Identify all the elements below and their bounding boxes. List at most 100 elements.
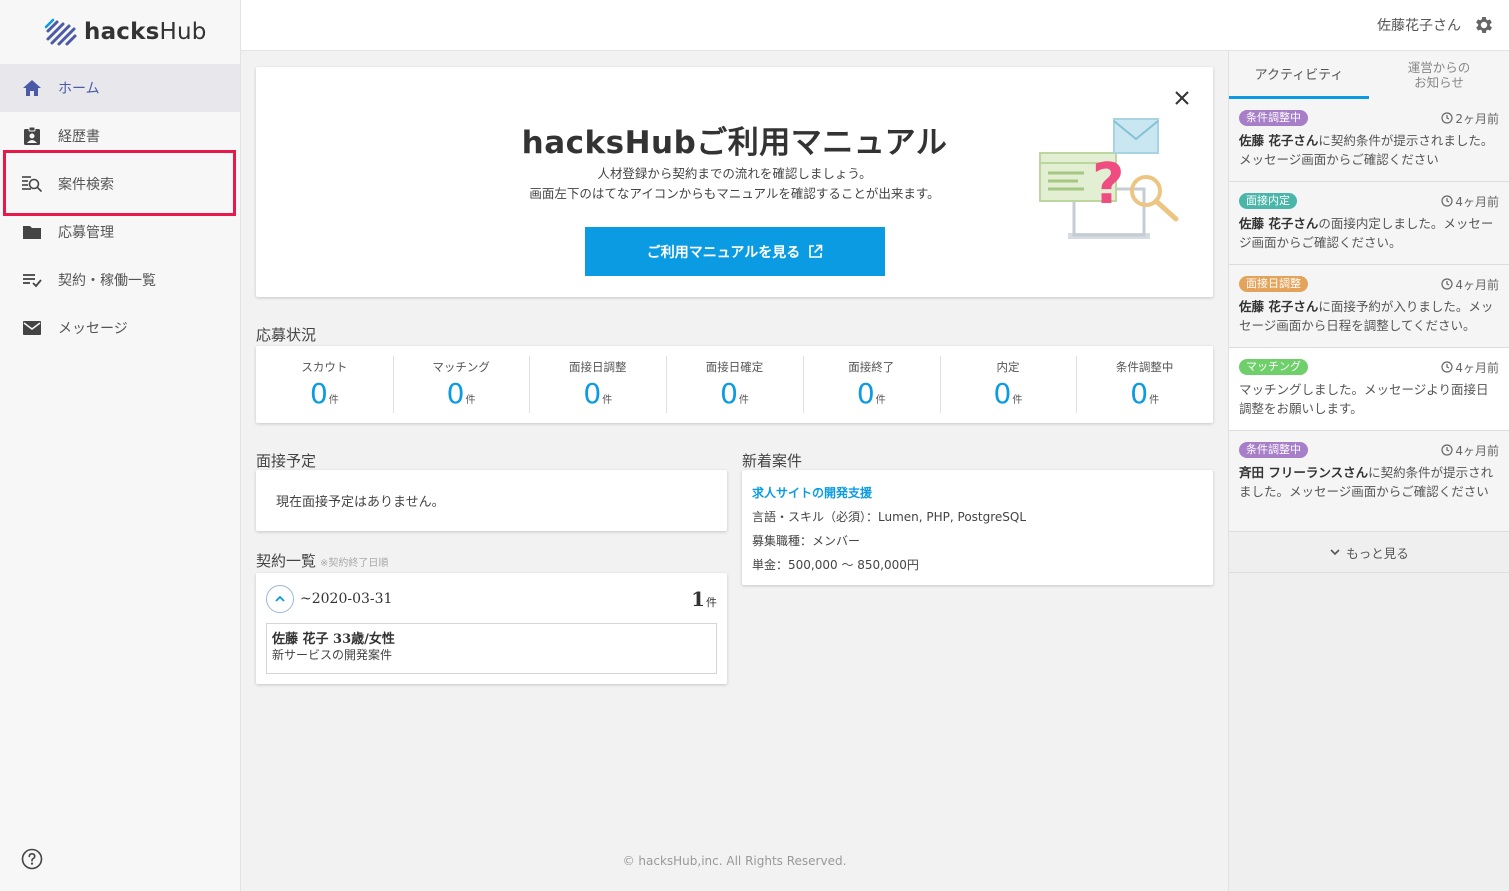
activity-item[interactable]: マッチング 4ヶ月前 マッチングしました。メッセージより面接日調整をお願いします…	[1229, 348, 1509, 431]
job-skills: 言語・スキル（必須）：Lumen, PHP, PostgreSQL	[752, 510, 1027, 524]
sidebar-item-label: 応募管理	[58, 225, 114, 241]
close-icon[interactable]	[1173, 89, 1191, 107]
status-cell-interview-confirmed[interactable]: 面接日確定 0件	[666, 346, 803, 423]
job-role: 募集職種：メンバー	[752, 534, 861, 548]
folder-icon	[22, 222, 42, 242]
activity-item[interactable]: 条件調整中 2ヶ月前 佐藤 花子さんに契約条件が提示されました。メッセージ画面か…	[1229, 99, 1509, 182]
gear-icon[interactable]	[1473, 14, 1495, 36]
status-badge: 条件調整中	[1239, 442, 1308, 458]
svg-text:?: ?	[1092, 152, 1124, 217]
status-value: 0件	[309, 377, 339, 410]
contract-group-header: ~2020-03-31 1件	[266, 583, 717, 615]
activity-time: 4ヶ月前	[1441, 276, 1499, 293]
search-list-icon	[22, 174, 42, 194]
manual-illustration-icon: ?	[1039, 118, 1179, 239]
chevron-down-icon	[1330, 549, 1340, 556]
tab-activity[interactable]: アクティビティ	[1229, 51, 1369, 99]
mail-icon	[22, 318, 42, 338]
sidebar-item-applications[interactable]: 応募管理	[0, 208, 240, 256]
top-header: 佐藤花子さん	[241, 0, 1509, 51]
help-icon[interactable]	[21, 848, 43, 870]
user-name[interactable]: 佐藤花子さん	[1377, 15, 1461, 35]
status-cell-scout[interactable]: スカウト 0件	[256, 346, 393, 423]
contract-item[interactable]: 佐藤 花子 33歳/女性 新サービスの開発案件	[266, 623, 717, 674]
status-cell-interview-done[interactable]: 面接終了 0件	[802, 346, 940, 423]
status-label: 面接日調整	[569, 360, 627, 374]
sidebar-item-label: メッセージ	[58, 321, 128, 337]
sidebar-item-contracts[interactable]: 契約・稼働一覧	[0, 256, 240, 304]
clock-icon	[1441, 444, 1453, 456]
sidebar-item-label: 案件検索	[58, 177, 114, 193]
job-title-link[interactable]: 求人サイトの開発支援	[752, 481, 1203, 505]
status-cell-offer[interactable]: 内定 0件	[939, 346, 1077, 423]
contract-person: 佐藤 花子 33歳/女性	[272, 632, 395, 647]
new-jobs-card: 求人サイトの開発支援 言語・スキル（必須）：Lumen, PHP, Postgr…	[742, 470, 1213, 585]
job-price: 単金：500,000 ～ 850,000円	[752, 558, 919, 572]
status-cell-matching[interactable]: マッチング 0件	[392, 346, 530, 423]
status-value: 0件	[993, 377, 1023, 410]
tab-news[interactable]: 運営からの お知らせ	[1369, 51, 1509, 99]
newjobs-section-title: 新着案件	[742, 452, 803, 470]
clock-icon	[1441, 361, 1453, 373]
status-label: 面接日確定	[705, 360, 764, 374]
sidebar-item-messages[interactable]: メッセージ	[0, 304, 240, 352]
list-check-icon	[22, 270, 42, 290]
activity-tabs: アクティビティ 運営からの お知らせ	[1229, 51, 1509, 99]
sidebar-item-label: ホーム	[58, 81, 100, 97]
contract-project: 新サービスの開発案件	[272, 648, 393, 662]
activity-text: 佐藤 花子さんの面接内定しました。メッセージ画面からご確認ください。	[1239, 216, 1494, 250]
sidebar-item-label: 経歴書	[58, 129, 100, 145]
activity-time: 2ヶ月前	[1441, 110, 1499, 127]
sidebar-item-resume[interactable]: 経歴書	[0, 112, 240, 160]
activity-time: 4ヶ月前	[1441, 442, 1499, 459]
activity-item[interactable]: 面接内定 4ヶ月前 佐藤 花子さんの面接内定しました。メッセージ画面からご確認く…	[1229, 182, 1509, 265]
status-badge: マッチング	[1239, 359, 1308, 375]
status-badge: 面接日調整	[1239, 276, 1308, 292]
sidebar-item-job-search[interactable]: 案件検索	[0, 160, 240, 208]
status-label: スカウト	[301, 360, 348, 374]
status-value: 0件	[856, 377, 886, 410]
collapse-toggle-button[interactable]	[266, 585, 294, 613]
activity-text: 斉田 フリーランスさんに契約条件が提示されました。メッセージ画面からご確認くださ…	[1239, 465, 1494, 499]
view-manual-button[interactable]: ご利用マニュアルを見る	[585, 227, 885, 276]
sidebar-nav: ホーム 経歴書 案件検索 応募管理 契約・稼働一覧 メッセージ	[0, 64, 240, 352]
contracts-card: ~2020-03-31 1件 佐藤 花子 33歳/女性 新サービスの開発案件	[256, 573, 727, 684]
main-content: hacksHubご利用マニュアル 人材登録から契約までの流れを確認しましょう。 …	[241, 51, 1228, 891]
activity-text: 佐藤 花子さんに面接予約が入りました。メッセージ画面から日程を調整してください。	[1239, 299, 1494, 333]
status-label: マッチング	[432, 360, 490, 374]
status-label: 面接終了	[848, 360, 895, 374]
activity-time: 4ヶ月前	[1441, 359, 1499, 376]
manual-card: hacksHubご利用マニュアル 人材登録から契約までの流れを確認しましょう。 …	[256, 67, 1213, 297]
chevron-up-icon	[275, 595, 285, 602]
contracts-section-title: 契約一覧 ※契約終了日順	[256, 552, 389, 570]
logo-text: hacksHub	[84, 19, 207, 45]
interview-empty-text: 現在面接予定はありません。	[276, 495, 445, 510]
status-cell-negotiation[interactable]: 条件調整中 0件	[1076, 346, 1213, 423]
activity-item[interactable]: 面接日調整 4ヶ月前 佐藤 花子さんに面接予約が入りました。メッセージ画面から日…	[1229, 265, 1509, 348]
sidebar-item-label: 契約・稼働一覧	[58, 273, 156, 289]
sidebar: hacksHub ホーム 経歴書 案件検索 応募管理 契約・稼働一覧 メッセージ	[0, 0, 241, 891]
show-more-button[interactable]: もっと見る	[1229, 532, 1509, 573]
copyright: © hacksHub,inc. All Rights Reserved.	[622, 854, 847, 868]
clock-icon	[1441, 195, 1453, 207]
activity-time: 4ヶ月前	[1441, 193, 1499, 210]
logo[interactable]: hacksHub	[0, 0, 240, 64]
hackshub-logo-icon	[44, 18, 77, 46]
clipboard-icon	[22, 126, 42, 146]
sidebar-item-home[interactable]: ホーム	[0, 64, 240, 112]
status-value: 0件	[1130, 377, 1160, 410]
contract-end-date-range: ~2020-03-31	[300, 591, 393, 607]
status-cell-interview-scheduling[interactable]: 面接日調整 0件	[529, 346, 666, 423]
external-link-icon	[809, 244, 823, 258]
activity-text: マッチングしました。メッセージより面接日調整をお願いします。	[1239, 382, 1489, 416]
clock-icon	[1441, 278, 1453, 290]
status-badge: 条件調整中	[1239, 110, 1308, 126]
application-status-card: スカウト 0件 マッチング 0件 面接日調整 0件 面接日確定 0件 面接終了 …	[256, 346, 1213, 423]
home-icon	[22, 78, 42, 98]
status-value: 0件	[446, 377, 476, 410]
interview-section-title: 面接予定	[256, 452, 317, 470]
status-section-title: 応募状況	[256, 326, 317, 344]
activity-item[interactable]: 条件調整中 4ヶ月前 斉田 フリーランスさんに契約条件が提示されました。メッセー…	[1229, 431, 1509, 532]
status-label: 内定	[996, 360, 1020, 374]
status-value: 0件	[720, 377, 749, 410]
